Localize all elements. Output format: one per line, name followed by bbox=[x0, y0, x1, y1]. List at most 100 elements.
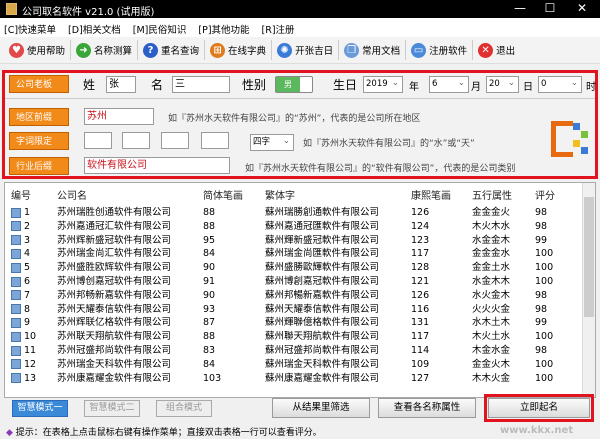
cell-4: 126 bbox=[411, 289, 430, 301]
cell-3: 蘇州博創嘉冠軟件有限公司 bbox=[265, 276, 380, 287]
word-label-button[interactable]: 字词限定 bbox=[9, 132, 69, 150]
toolbar-button-0[interactable]: ♥ 使用帮助 bbox=[4, 40, 72, 60]
vertical-scrollbar[interactable] bbox=[582, 183, 595, 397]
table-row[interactable]: 6 苏州博创嘉冠软件有限公司 91 蘇州博創嘉冠軟件有限公司 121 水金木木 100 bbox=[5, 275, 583, 289]
cell-1: 苏州嘉通冠汇软件有限公司 bbox=[57, 220, 172, 232]
region-label-button[interactable]: 地区前缀 bbox=[9, 108, 69, 126]
given-name-input[interactable]: 三 bbox=[172, 76, 230, 93]
mode-2-tab[interactable]: 智慧模式二 bbox=[84, 400, 140, 417]
toolbar-button-3[interactable]: ⊞ 在线字典 bbox=[205, 40, 273, 60]
month-select[interactable]: 6 bbox=[429, 76, 469, 93]
col-wuxing[interactable]: 五行属性 bbox=[472, 187, 512, 202]
cell-5: 火火火金 bbox=[472, 303, 511, 315]
row-icon bbox=[11, 262, 21, 273]
word-input-1[interactable] bbox=[84, 132, 112, 149]
cell-3: 蘇州瑞勝創通軟件有限公司 bbox=[265, 207, 380, 218]
table-row[interactable]: 11 苏州冠盛邦尚软件有限公司 83 蘇州冠盛邦尚軟件有限公司 114 木金水金 98 bbox=[5, 344, 583, 358]
start-highlight: 立即起名 bbox=[484, 394, 594, 422]
results-table[interactable]: 编号 公司名 简体笔画 繁体字 康熙笔画 五行属性 评分 1 苏州瑞胜创通软件有限… bbox=[4, 182, 596, 398]
table-row[interactable]: 12 苏州瑞金天科软件有限公司 84 蘇州瑞金天科軟件有限公司 109 金金火木 100 bbox=[5, 358, 583, 372]
menu-docs[interactable]: [D]相关文档 bbox=[68, 22, 121, 36]
word-input-3[interactable] bbox=[161, 132, 189, 149]
cell-0: 13 bbox=[11, 372, 36, 386]
cell-3: 蘇州輝聯億格軟件有限公司 bbox=[265, 317, 380, 329]
word-hint: 如『苏州水天软件有限公司』的“水”或“天” bbox=[303, 139, 475, 149]
cell-2: 87 bbox=[203, 317, 216, 329]
hour-select[interactable]: 0 bbox=[538, 76, 582, 93]
toolbar-button-1[interactable]: ➜ 名称测算 bbox=[71, 40, 139, 60]
cell-1: 苏州辉联亿格软件有限公司 bbox=[57, 317, 172, 329]
cell-0: 8 bbox=[11, 303, 30, 317]
cell-6: 100 bbox=[535, 358, 554, 370]
row-id: 2 bbox=[24, 220, 31, 232]
table-row[interactable]: 8 苏州天耀泰信软件有限公司 93 蘇州天耀泰信軟件有限公司 116 火火火金 98 bbox=[5, 303, 583, 317]
mode-1-tab[interactable]: 智慧模式一 bbox=[12, 400, 68, 417]
year-select[interactable]: 2019 bbox=[363, 76, 403, 93]
table-row[interactable]: 5 苏州盛胜欧辉软件有限公司 90 蘇州盛勝歐輝軟件有限公司 128 金金土水 100 bbox=[5, 261, 583, 275]
globe-icon: ✺ bbox=[277, 42, 293, 58]
table-row[interactable]: 1 苏州瑞胜创通软件有限公司 88 蘇州瑞勝創通軟件有限公司 126 金金金火 98 bbox=[5, 206, 583, 220]
cell-5: 金金土水 bbox=[472, 262, 511, 274]
boss-label-button[interactable]: 公司老板 bbox=[9, 75, 69, 93]
col-kangxi-strokes[interactable]: 康熙笔画 bbox=[411, 187, 451, 202]
col-id[interactable]: 编号 bbox=[11, 187, 31, 202]
day-select[interactable]: 20 bbox=[486, 76, 519, 93]
cell-0: 7 bbox=[11, 289, 30, 303]
table-row[interactable]: 2 苏州嘉通冠汇软件有限公司 88 蘇州嘉通冠匯軟件有限公司 124 木火木水 98 bbox=[5, 220, 583, 234]
cell-4: 117 bbox=[411, 331, 430, 343]
cell-1: 苏州瑞胜创通软件有限公司 bbox=[57, 207, 172, 218]
menu-register[interactable]: [R]注册 bbox=[262, 22, 295, 36]
word-input-4[interactable] bbox=[201, 132, 229, 149]
cell-6: 98 bbox=[535, 303, 548, 315]
region-input[interactable]: 苏州 bbox=[84, 108, 154, 125]
mode-combo-tab[interactable]: 组合模式 bbox=[156, 400, 212, 417]
table-row[interactable]: 10 苏州联天翔航软件有限公司 88 蘇州聯天翔航軟件有限公司 117 木火土水 100 bbox=[5, 330, 583, 344]
col-name[interactable]: 公司名 bbox=[57, 187, 87, 202]
cell-1: 苏州联天翔航软件有限公司 bbox=[57, 331, 172, 343]
table-header: 编号 公司名 简体笔画 繁体字 康熙笔画 五行属性 评分 bbox=[5, 183, 583, 205]
col-score[interactable]: 评分 bbox=[535, 187, 555, 202]
industry-input[interactable]: 软件有限公司 bbox=[84, 157, 230, 174]
toolbar-button-6[interactable]: ▭ 注册软件 bbox=[406, 40, 474, 60]
gender-toggle[interactable]: 男 bbox=[275, 76, 313, 93]
industry-label-button[interactable]: 行业后缀 bbox=[9, 157, 69, 175]
col-traditional[interactable]: 繁体字 bbox=[265, 187, 295, 202]
view-attributes-button[interactable]: 查看各名称属性 bbox=[378, 398, 476, 418]
close-button[interactable]: ✕ bbox=[562, 1, 600, 15]
table-row[interactable]: 3 苏州辉新盛冠软件有限公司 95 蘇州輝新盛冠軟件有限公司 123 水金金木 99 bbox=[5, 234, 583, 248]
cell-1: 苏州瑞金天科软件有限公司 bbox=[57, 358, 172, 370]
cell-5: 木金水金 bbox=[472, 345, 511, 356]
year-unit: 年 bbox=[409, 82, 419, 93]
surname-input[interactable]: 张 bbox=[106, 76, 136, 93]
row-id: 9 bbox=[24, 317, 31, 329]
toolbar-button-2[interactable]: ? 重名查询 bbox=[138, 40, 206, 60]
menu-folk[interactable]: [M]民俗知识 bbox=[133, 22, 187, 36]
word-count-select[interactable]: 四字 bbox=[250, 134, 294, 151]
cell-3: 蘇州冠盛邦尚軟件有限公司 bbox=[265, 345, 380, 356]
toolbar-button-5[interactable]: ❐ 常用文档 bbox=[339, 40, 407, 60]
cell-3: 蘇州瑞金尚匯軟件有限公司 bbox=[265, 248, 380, 260]
menu-quick[interactable]: [C]快速菜单 bbox=[4, 22, 56, 36]
cell-5: 木火木水 bbox=[472, 220, 511, 232]
cell-4: 123 bbox=[411, 234, 430, 246]
table-row[interactable]: 7 苏州邦畅新嘉软件有限公司 90 蘇州邦暢新嘉軟件有限公司 126 水火金木 98 bbox=[5, 289, 583, 303]
menu-other[interactable]: [P]其他功能 bbox=[198, 22, 249, 36]
cell-0: 6 bbox=[11, 275, 30, 289]
watermark: www.kkx.net bbox=[500, 425, 574, 436]
gender-value: 男 bbox=[276, 77, 300, 92]
start-naming-button[interactable]: 立即起名 bbox=[488, 398, 590, 418]
toolbar-button-7[interactable]: ✕ 退出 bbox=[473, 40, 520, 60]
col-simplified-strokes[interactable]: 简体笔画 bbox=[203, 187, 243, 202]
scrollbar-thumb[interactable] bbox=[584, 197, 594, 317]
toolbar-label: 注册软件 bbox=[429, 46, 468, 57]
table-row[interactable]: 13 苏州康嘉耀金软件有限公司 103 蘇州康嘉耀金軟件有限公司 127 木木火金 100 bbox=[5, 372, 583, 386]
word-input-2[interactable] bbox=[122, 132, 150, 149]
cell-2: 88 bbox=[203, 331, 216, 343]
toolbar-button-4[interactable]: ✺ 开张吉日 bbox=[272, 40, 340, 60]
table-row[interactable]: 4 苏州瑞金尚汇软件有限公司 84 蘇州瑞金尚匯軟件有限公司 117 金金金水 100 bbox=[5, 247, 583, 261]
cell-1: 苏州邦畅新嘉软件有限公司 bbox=[57, 289, 172, 301]
filter-results-button[interactable]: 从结果里筛选 bbox=[272, 398, 370, 418]
cell-4: 128 bbox=[411, 262, 430, 274]
cell-2: 90 bbox=[203, 262, 216, 274]
table-row[interactable]: 9 苏州辉联亿格软件有限公司 87 蘇州輝聯億格軟件有限公司 131 水木土木 99 bbox=[5, 316, 583, 330]
